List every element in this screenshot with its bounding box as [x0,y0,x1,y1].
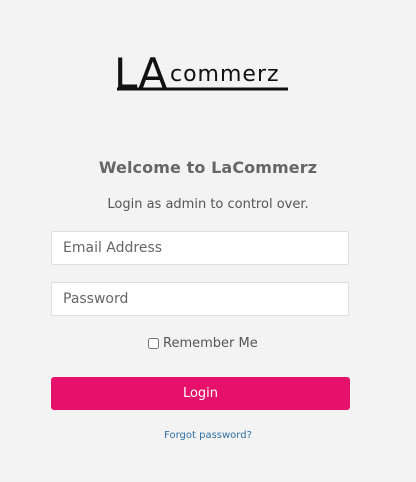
brand-logo-svg: LA commerz [114,50,288,94]
logo-primary-text: LA [114,50,167,94]
page-subtitle: Login as admin to control over. [107,197,309,212]
remember-me-label: Remember Me [163,336,258,351]
login-page: LA commerz Welcome to LaCommerz Login as… [0,0,416,482]
remember-me-checkbox[interactable] [148,338,159,349]
password-field[interactable] [51,282,349,316]
logo-secondary-text: commerz [170,62,280,87]
login-button[interactable]: Login [51,377,350,410]
forgot-password-link[interactable]: Forgot password? [0,430,416,441]
remember-me-control[interactable]: Remember Me [148,336,258,351]
email-field[interactable] [51,231,349,265]
page-title: Welcome to LaCommerz [98,158,318,177]
brand-logo: LA commerz [114,50,292,94]
